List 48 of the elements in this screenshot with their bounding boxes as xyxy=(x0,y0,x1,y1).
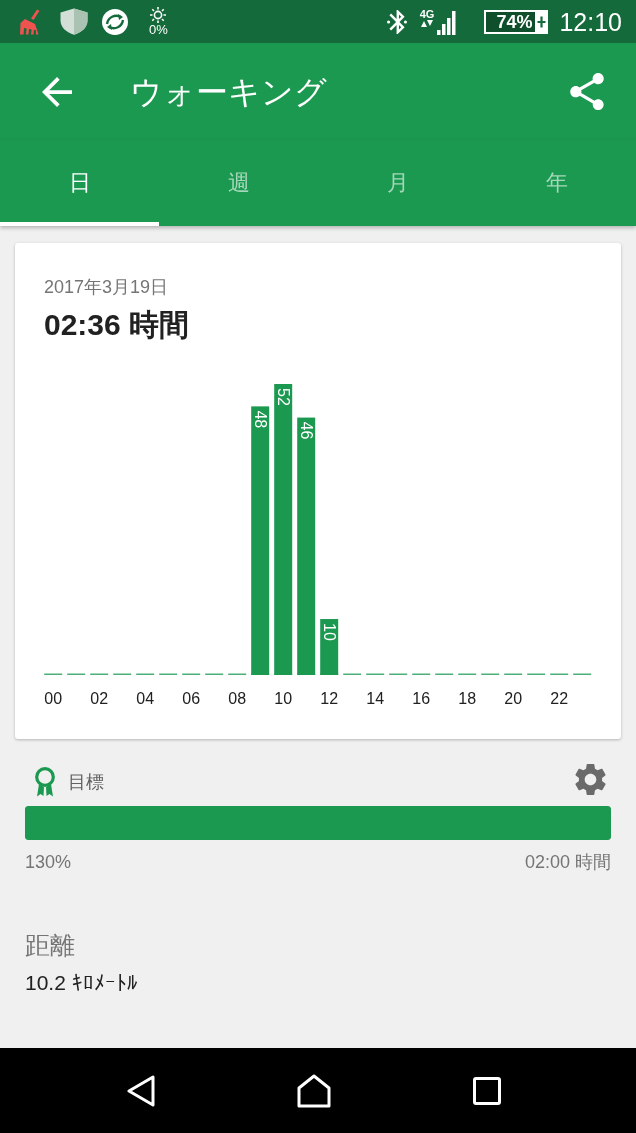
bluetooth-icon xyxy=(386,9,407,34)
share-icon[interactable] xyxy=(570,72,604,111)
bar xyxy=(320,619,339,675)
data-arrows-icon xyxy=(421,20,434,27)
battery-indicator: 74% xyxy=(484,9,536,34)
network-type: 4G xyxy=(419,8,435,20)
date-label: 2017年3月19日 xyxy=(44,276,169,298)
goal-target: 02:00 時間 xyxy=(524,851,611,873)
total-duration: 02:36 時間 xyxy=(44,307,190,343)
settings-icon[interactable] xyxy=(575,763,606,795)
goal-label: 目標 xyxy=(68,771,104,793)
hour-label: 20 xyxy=(504,690,523,707)
hour-label: 16 xyxy=(412,690,431,707)
hour-label: 02 xyxy=(90,690,109,707)
recents-icon[interactable] xyxy=(473,1076,501,1105)
tab[interactable]: 年 xyxy=(477,140,636,226)
brightness-level: 0% xyxy=(149,22,168,37)
sun-icon xyxy=(150,6,167,23)
hour-label: 04 xyxy=(136,690,155,707)
bar-value-label: 10 xyxy=(320,623,338,641)
circular-arrows-icon xyxy=(102,8,128,35)
home-icon[interactable] xyxy=(297,1073,331,1108)
hour-label: 18 xyxy=(458,690,477,707)
hour-label: 00 xyxy=(44,690,63,707)
distance-value: 10.2 ｷﾛﾒｰﾄﾙ xyxy=(25,970,138,996)
tab[interactable]: 日 xyxy=(0,140,159,226)
shield-icon xyxy=(60,8,88,35)
tab[interactable]: 週 xyxy=(159,140,318,226)
bar-value-label: 46 xyxy=(297,421,315,440)
tab[interactable]: 月 xyxy=(318,140,477,226)
hour-label: 08 xyxy=(228,690,247,707)
hour-label: 22 xyxy=(550,690,569,707)
broom-icon xyxy=(18,8,42,35)
distance-label: 距離 xyxy=(25,930,75,960)
ribbon-award-icon xyxy=(33,767,57,797)
hour-label: 12 xyxy=(320,690,339,707)
signal-icon xyxy=(437,8,458,35)
bar-value-label: 48 xyxy=(251,410,269,429)
hour-label: 06 xyxy=(182,690,201,707)
hour-label: 14 xyxy=(366,690,385,707)
back-arrow-icon[interactable] xyxy=(42,76,72,107)
goal-percent: 130% xyxy=(25,851,72,873)
screen-title: ウォーキング xyxy=(130,72,327,112)
hour-label: 10 xyxy=(274,690,293,707)
charging-plus-icon xyxy=(535,9,549,34)
clock: 12:10 xyxy=(559,6,622,37)
back-icon[interactable] xyxy=(127,1074,155,1107)
bar-value-label: 52 xyxy=(274,388,292,406)
